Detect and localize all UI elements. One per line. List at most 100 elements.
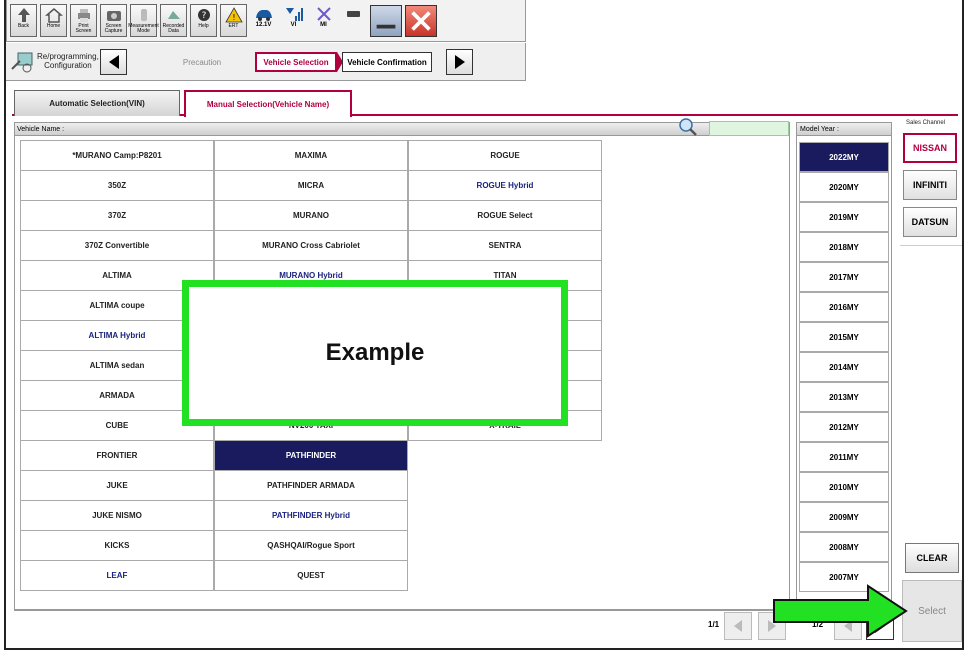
vehicle-option[interactable]: JUKE bbox=[20, 470, 214, 501]
screen-capture-label: Screen Capture bbox=[104, 23, 123, 34]
reprogramming-icon bbox=[11, 52, 33, 73]
vehicle-page-indicator: 1/1 bbox=[708, 620, 720, 629]
mi-x-icon bbox=[316, 7, 331, 21]
print-screen-label: Print Screen bbox=[75, 23, 92, 34]
step-vehicle-selection[interactable]: Vehicle Selection bbox=[255, 52, 337, 72]
vehicle-option[interactable]: ROGUE Select bbox=[408, 200, 602, 231]
svg-text:?: ? bbox=[201, 11, 206, 21]
ert-button[interactable]: ! ERT bbox=[220, 4, 247, 37]
model-year-option[interactable]: 2013MY bbox=[799, 382, 889, 412]
signal-icon bbox=[285, 8, 303, 21]
vehicle-prev-page-button[interactable] bbox=[724, 612, 752, 640]
green-arrow-icon bbox=[773, 584, 908, 638]
clear-button[interactable]: CLEAR bbox=[905, 543, 959, 573]
warning-icon: ! bbox=[224, 7, 243, 23]
print-screen-button[interactable]: Print Screen bbox=[70, 4, 97, 37]
recorded-data-button[interactable]: Recorded Data bbox=[160, 4, 187, 37]
help-label: Help bbox=[198, 23, 209, 29]
vehicle-option[interactable]: KICKS bbox=[20, 530, 214, 561]
sales-channel-header: Sales Channel bbox=[906, 120, 946, 126]
model-year-option[interactable]: 2008MY bbox=[799, 532, 889, 562]
model-year-option[interactable]: 2020MY bbox=[799, 172, 889, 202]
prev-step-button[interactable] bbox=[100, 49, 127, 75]
battery-indicator-icon bbox=[346, 11, 360, 17]
close-button[interactable] bbox=[405, 4, 437, 37]
model-year-option[interactable]: 2017MY bbox=[799, 262, 889, 292]
toolbar: Back Home Print Screen Screen Capture Me… bbox=[6, 0, 526, 42]
vehicle-option[interactable]: FRONTIER bbox=[20, 440, 214, 471]
model-year-option[interactable]: 2012MY bbox=[799, 412, 889, 442]
help-button[interactable]: ? Help bbox=[190, 4, 217, 37]
vehicle-option[interactable]: JUKE NISMO bbox=[20, 500, 214, 531]
minimize-icon bbox=[376, 24, 396, 28]
model-year-option[interactable]: 2009MY bbox=[799, 502, 889, 532]
tab-automatic-selection[interactable]: Automatic Selection(VIN) bbox=[14, 90, 180, 116]
measurement-mode-button[interactable]: Measurement Mode bbox=[128, 4, 159, 37]
model-year-header: Model Year : bbox=[796, 122, 892, 136]
recorded-data-label: Recorded Data bbox=[162, 23, 185, 34]
model-year-option[interactable]: 2022MY bbox=[799, 142, 889, 172]
home-button[interactable]: Home bbox=[40, 4, 67, 37]
help-icon: ? bbox=[197, 9, 210, 21]
step-precaution[interactable]: Precaution bbox=[156, 52, 248, 72]
divider bbox=[14, 610, 789, 611]
vehicle-option[interactable]: QUEST bbox=[214, 560, 408, 591]
next-step-button[interactable] bbox=[446, 49, 473, 75]
model-year-option[interactable]: 2011MY bbox=[799, 442, 889, 472]
model-year-option[interactable]: 2015MY bbox=[799, 322, 889, 352]
mi-label: MI bbox=[320, 22, 327, 28]
back-button[interactable]: Back bbox=[10, 4, 37, 37]
printer-icon bbox=[77, 9, 90, 22]
vi-label: VI bbox=[290, 22, 297, 28]
search-icon[interactable] bbox=[678, 117, 698, 137]
vehicle-option[interactable]: ROGUE bbox=[408, 140, 602, 171]
minimize-button[interactable] bbox=[370, 4, 402, 37]
model-year-option[interactable]: 2016MY bbox=[799, 292, 889, 322]
svg-text:!: ! bbox=[232, 13, 235, 22]
vehicle-option[interactable]: MURANO bbox=[214, 200, 408, 231]
vehicle-option[interactable]: PATHFINDER bbox=[214, 440, 408, 471]
breadcrumb: Re/programming, Configuration Precaution… bbox=[6, 43, 526, 81]
back-label: Back bbox=[17, 23, 30, 29]
vehicle-option[interactable]: 370Z Convertible bbox=[20, 230, 214, 261]
vehicle-option[interactable]: MICRA bbox=[214, 170, 408, 201]
tab-manual-selection[interactable]: Manual Selection(Vehicle Name) bbox=[184, 90, 352, 117]
vehicle-option[interactable]: SENTRA bbox=[408, 230, 602, 261]
select-button[interactable]: Select bbox=[902, 580, 962, 642]
battery-voltage: 12.1V bbox=[255, 22, 272, 28]
triangle-right-icon bbox=[454, 55, 465, 69]
vehicle-option[interactable]: PATHFINDER Hybrid bbox=[214, 500, 408, 531]
app-window: Back Home Print Screen Screen Capture Me… bbox=[4, 0, 964, 650]
battery-status: 12.1V bbox=[250, 4, 277, 37]
screen-capture-button[interactable]: Screen Capture bbox=[100, 4, 127, 37]
section-label: Re/programming, Configuration bbox=[37, 52, 99, 70]
model-year-option[interactable]: 2010MY bbox=[799, 472, 889, 502]
vehicle-option[interactable]: MAXIMA bbox=[214, 140, 408, 171]
recorded-data-icon bbox=[167, 11, 180, 19]
vehicle-option[interactable]: *MURANO Camp:P8201 bbox=[20, 140, 214, 171]
vehicle-option[interactable]: PATHFINDER ARMADA bbox=[214, 470, 408, 501]
vehicle-option[interactable]: LEAF bbox=[20, 560, 214, 591]
model-year-option[interactable]: 2019MY bbox=[799, 202, 889, 232]
sales-channel-datsun[interactable]: DATSUN bbox=[903, 207, 957, 237]
battery-bar bbox=[340, 4, 367, 37]
close-icon bbox=[411, 10, 431, 31]
model-year-option[interactable]: 2014MY bbox=[799, 352, 889, 382]
triangle-left-icon bbox=[734, 620, 742, 632]
selection-tabs: Automatic Selection(VIN) Manual Selectio… bbox=[12, 88, 958, 117]
camera-icon bbox=[106, 11, 121, 21]
vehicle-search-input[interactable] bbox=[709, 121, 789, 136]
step-vehicle-confirmation[interactable]: Vehicle Confirmation bbox=[342, 52, 432, 72]
vi-status: VI bbox=[280, 4, 307, 37]
vehicle-option[interactable]: ROGUE Hybrid bbox=[408, 170, 602, 201]
vehicle-option[interactable]: 370Z bbox=[20, 200, 214, 231]
model-year-option[interactable]: 2018MY bbox=[799, 232, 889, 262]
sales-channel-nissan[interactable]: NISSAN bbox=[903, 133, 957, 163]
vehicle-option[interactable]: MURANO Cross Cabriolet bbox=[214, 230, 408, 261]
vehicle-option[interactable]: 350Z bbox=[20, 170, 214, 201]
back-arrow-icon bbox=[17, 8, 30, 22]
example-overlay: Example bbox=[182, 280, 568, 426]
home-label: Home bbox=[46, 23, 61, 29]
sales-channel-infiniti[interactable]: INFINITI bbox=[903, 170, 957, 200]
vehicle-option[interactable]: QASHQAI/Rogue Sport bbox=[214, 530, 408, 561]
